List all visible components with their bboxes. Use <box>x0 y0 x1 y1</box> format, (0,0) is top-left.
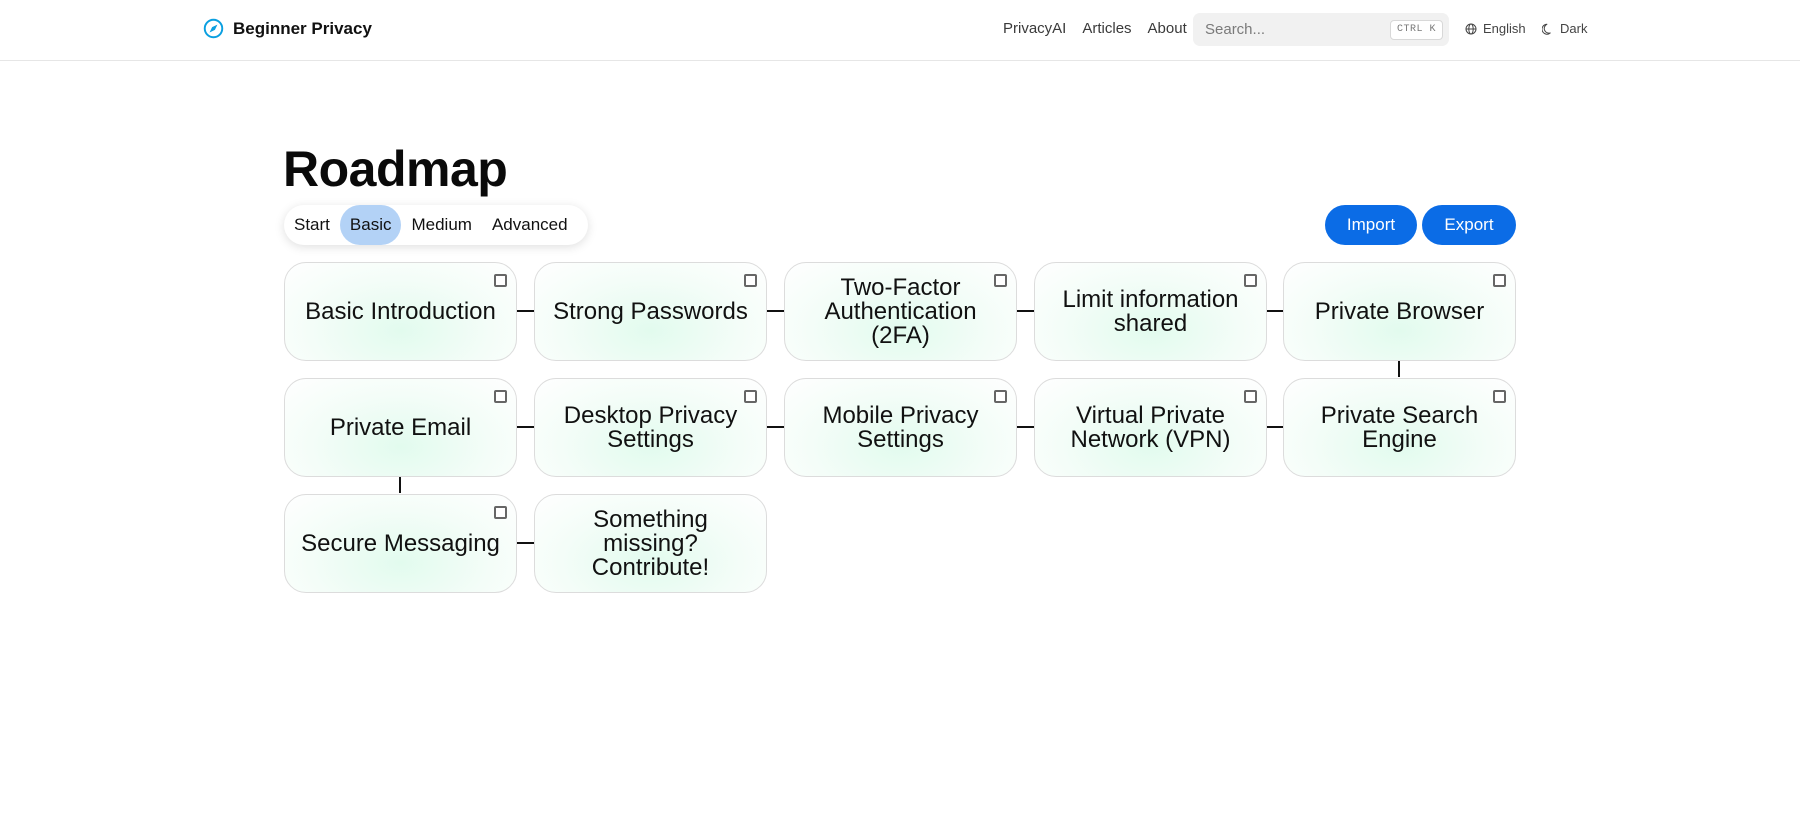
theme-toggle[interactable]: Dark <box>1542 21 1587 36</box>
page-title: Roadmap <box>283 141 508 197</box>
top-bar: Beginner Privacy PrivacyAI Articles Abou… <box>0 0 1800 61</box>
connector <box>517 310 534 312</box>
item-checkbox[interactable] <box>744 274 757 287</box>
connector <box>517 426 534 428</box>
search-shortcut: CTRL K <box>1389 20 1443 40</box>
nav-privacyai[interactable]: PrivacyAI <box>1003 20 1066 37</box>
roadmap-item-label: Two-Factor Authentication (2FA) <box>824 273 977 349</box>
roadmap-item-label: Strong Passwords <box>553 297 748 325</box>
roadmap-item-limit-information-shared[interactable]: Limit information shared <box>1034 262 1267 361</box>
connector <box>1017 310 1034 312</box>
roadmap-item-private-browser[interactable]: Private Browser <box>1283 262 1516 361</box>
import-button[interactable]: Import <box>1325 205 1417 245</box>
item-checkbox[interactable] <box>494 274 507 287</box>
item-checkbox[interactable] <box>994 390 1007 403</box>
brand[interactable]: Beginner Privacy <box>203 18 372 39</box>
roadmap-item-label: Mobile Privacy Settings <box>822 401 979 453</box>
roadmap-item-mobile-privacy-settings[interactable]: Mobile Privacy Settings <box>784 378 1017 477</box>
roadmap-item-private-search-engine[interactable]: Private Search Engine <box>1283 378 1516 477</box>
compass-icon <box>203 18 224 39</box>
roadmap-item-label: Desktop Privacy Settings <box>563 401 738 453</box>
roadmap-item-vpn[interactable]: Virtual Private Network (VPN) <box>1034 378 1267 477</box>
language-label: English <box>1483 21 1526 36</box>
tab-basic[interactable]: Basic <box>339 205 402 245</box>
connector <box>1266 310 1283 312</box>
tab-medium[interactable]: Medium <box>401 205 481 245</box>
connector <box>1266 426 1283 428</box>
search-box[interactable]: CTRL K <box>1193 13 1449 46</box>
connector <box>1017 426 1034 428</box>
roadmap-item-strong-passwords[interactable]: Strong Passwords <box>534 262 767 361</box>
item-checkbox[interactable] <box>1244 390 1257 403</box>
item-checkbox[interactable] <box>1493 390 1506 403</box>
item-checkbox[interactable] <box>494 390 507 403</box>
tab-advanced[interactable]: Advanced <box>482 205 578 245</box>
item-checkbox[interactable] <box>494 506 507 519</box>
roadmap-item-label: Secure Messaging <box>301 529 500 557</box>
nav-about[interactable]: About <box>1148 20 1187 37</box>
roadmap-item-private-email[interactable]: Private Email <box>284 378 517 477</box>
theme-label: Dark <box>1560 21 1588 36</box>
roadmap-item-contribute[interactable]: Something missing? Contribute! <box>534 494 767 593</box>
brand-name: Beginner Privacy <box>233 18 372 38</box>
item-checkbox[interactable] <box>994 274 1007 287</box>
roadmap-item-label: Limit information shared <box>1062 285 1239 337</box>
roadmap-item-two-factor-authentication[interactable]: Two-Factor Authentication (2FA) <box>784 262 1017 361</box>
item-checkbox[interactable] <box>1493 274 1506 287</box>
export-button[interactable]: Export <box>1422 205 1516 245</box>
connector <box>1398 361 1400 377</box>
level-tabs: Start Basic Medium Advanced <box>284 205 588 245</box>
connector <box>517 542 534 544</box>
roadmap-item-basic-introduction[interactable]: Basic Introduction <box>284 262 517 361</box>
roadmap-item-label: Something missing? Contribute! <box>591 505 710 581</box>
roadmap-item-label: Private Email <box>329 413 472 441</box>
language-toggle[interactable]: English <box>1465 21 1526 36</box>
search-input[interactable] <box>1193 13 1393 46</box>
item-checkbox[interactable] <box>744 390 757 403</box>
roadmap-item-secure-messaging[interactable]: Secure Messaging <box>284 494 517 593</box>
roadmap-item-label: Basic Introduction <box>305 297 496 325</box>
connector <box>767 310 784 312</box>
moon-icon <box>1542 23 1551 35</box>
nav-articles[interactable]: Articles <box>1082 20 1131 37</box>
roadmap-item-label: Private Browser <box>1314 297 1485 325</box>
connector <box>399 477 401 493</box>
roadmap-item-desktop-privacy-settings[interactable]: Desktop Privacy Settings <box>534 378 767 477</box>
tab-start[interactable]: Start <box>294 205 340 245</box>
main-nav: PrivacyAI Articles About <box>1003 20 1187 37</box>
item-checkbox[interactable] <box>1244 274 1257 287</box>
roadmap-item-label: Private Search Engine <box>1320 401 1479 453</box>
roadmap-item-label: Virtual Private Network (VPN) <box>1070 401 1231 453</box>
globe-icon <box>1465 23 1477 34</box>
connector <box>767 426 784 428</box>
